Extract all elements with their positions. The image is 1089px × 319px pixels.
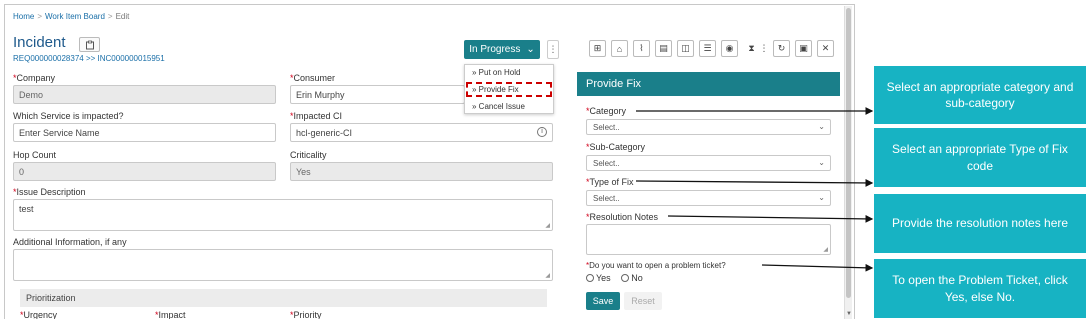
info-icon[interactable]: i — [537, 127, 547, 137]
resize-grip-icon[interactable]: ◢ — [823, 246, 828, 253]
breadcrumb-current: Edit — [115, 12, 130, 21]
clipboard-icon — [85, 40, 94, 49]
tag-icon: ⌂ — [616, 43, 623, 54]
chevron-down-icon: ⌄ — [818, 158, 825, 167]
toolbar-button-3[interactable]: ⌇ — [633, 40, 650, 57]
kebab-icon: ⋮ — [759, 43, 769, 53]
no-radio[interactable] — [621, 274, 630, 282]
callout-resolution-notes: Provide the resolution notes here — [874, 194, 1086, 253]
urgency-label: *Urgency — [20, 310, 58, 319]
additional-info-textarea[interactable]: ◢ — [13, 249, 553, 281]
company-field[interactable]: Demo — [13, 85, 276, 104]
issue-description-textarea[interactable]: test ◢ — [13, 199, 553, 231]
provide-fix-header: Provide Fix — [577, 72, 840, 96]
scroll-down-icon[interactable]: ▼ — [846, 311, 852, 317]
criticality-label: Criticality — [290, 150, 327, 160]
breadcrumb-home[interactable]: Home — [13, 12, 34, 21]
paperclip-icon: ⌇ — [639, 43, 644, 53]
category-select[interactable]: Select.. ⌄ — [586, 119, 831, 135]
resize-grip-icon[interactable]: ◢ — [545, 272, 550, 279]
consumer-field[interactable]: Erin Murphy — [290, 85, 465, 104]
resize-grip-icon[interactable]: ◢ — [545, 222, 550, 229]
resolution-notes-textarea[interactable]: ◢ — [586, 224, 831, 255]
hop-count-field[interactable]: 0 — [13, 162, 276, 181]
breadcrumb-work-item-board[interactable]: Work Item Board — [45, 12, 105, 21]
status-dropdown-button[interactable]: In Progress ⌄ — [464, 40, 540, 59]
service-label: Which Service is impacted? — [13, 111, 124, 121]
toolbar-button-4[interactable]: ▤ — [655, 40, 672, 57]
priority-label: *Priority — [290, 310, 322, 319]
yes-radio[interactable] — [586, 274, 594, 282]
list-icon: ☰ — [703, 43, 712, 53]
floppy-icon: ▣ — [799, 43, 808, 53]
consumer-label: *Consumer — [290, 73, 336, 83]
callout-problem-ticket: To open the Problem Ticket, click Yes, e… — [874, 259, 1086, 318]
eye-icon: ◉ — [725, 43, 734, 53]
chevron-down-icon: ⌄ — [818, 122, 825, 131]
type-of-fix-label: *Type of Fix — [586, 177, 634, 187]
menu-item-cancel-issue[interactable]: » Cancel Issue — [472, 102, 525, 111]
hop-count-label: Hop Count — [13, 150, 57, 160]
reset-button[interactable]: Reset — [624, 292, 662, 310]
impacted-ci-label: *Impacted CI — [290, 111, 343, 121]
toolbar-button-7[interactable]: ◉ — [721, 40, 738, 57]
status-menu: » Put on Hold » Provide Fix » Cancel Iss… — [464, 64, 554, 114]
subcategory-label: *Sub-Category — [586, 142, 646, 152]
service-input[interactable]: Enter Service Name — [13, 123, 276, 142]
prioritization-section[interactable]: Prioritization — [20, 289, 547, 307]
chevron-down-icon: ⌄ — [526, 44, 535, 55]
toolbar-button-5[interactable]: ◫ — [677, 40, 694, 57]
refresh-icon: ↻ — [777, 43, 786, 53]
callout-type-of-fix: Select an appropriate Type of Fix code — [874, 128, 1086, 187]
chevron-down-icon: ⌄ — [818, 193, 825, 202]
scrollbar-thumb[interactable] — [846, 8, 851, 298]
panel-icon: ◫ — [681, 43, 690, 53]
additional-info-label: Additional Information, if any — [13, 237, 127, 247]
toolbar-more-button[interactable]: ⋮ — [759, 40, 769, 57]
reference-link[interactable]: REQ000000028374 >> INC000000015951 — [13, 54, 165, 63]
clipboard-icon: ▤ — [659, 43, 668, 53]
close-icon: ✕ — [821, 43, 830, 53]
close-button[interactable]: ✕ — [817, 40, 834, 57]
callout-category: Select an appropriate category and sub-c… — [874, 66, 1086, 124]
refresh-button[interactable]: ↻ — [773, 40, 790, 57]
toolbar-button-2[interactable]: ⌂ — [611, 40, 628, 57]
category-label: *Category — [586, 106, 627, 116]
impacted-ci-field[interactable]: hcl-generic-CI i — [290, 123, 553, 142]
issue-description-label: *Issue Description — [13, 187, 86, 197]
company-label: *Company — [13, 73, 56, 83]
problem-ticket-radios: Yes No — [586, 273, 643, 283]
page-title: Incident — [13, 34, 66, 51]
kebab-icon: ⋮ — [548, 44, 558, 54]
toolbar-button-1[interactable]: ⊞ — [589, 40, 606, 57]
menu-item-provide-fix[interactable]: » Provide Fix — [466, 82, 552, 97]
toolbar-button-6[interactable]: ☰ — [699, 40, 716, 57]
impact-label: *Impact — [155, 310, 186, 319]
hourglass-icon: ⧗ — [748, 43, 755, 53]
vertical-scrollbar[interactable]: ▼ — [844, 6, 852, 319]
more-options-button[interactable]: ⋮ — [547, 40, 559, 59]
breadcrumb: Home > Work Item Board > Edit — [13, 12, 130, 21]
notepad-icon: ⊞ — [593, 43, 602, 53]
problem-ticket-label: *Do you want to open a problem ticket? — [586, 261, 726, 270]
resolution-notes-label: *Resolution Notes — [586, 212, 659, 222]
criticality-field[interactable]: Yes — [290, 162, 553, 181]
save-button[interactable]: Save — [586, 292, 620, 310]
subcategory-select[interactable]: Select.. ⌄ — [586, 155, 831, 171]
type-of-fix-select[interactable]: Select.. ⌄ — [586, 190, 831, 206]
copy-button[interactable] — [79, 37, 100, 52]
toolbar-button-8[interactable]: ⧗ — [743, 40, 760, 57]
menu-item-put-on-hold[interactable]: » Put on Hold — [472, 68, 520, 77]
save-icon-button[interactable]: ▣ — [795, 40, 812, 57]
